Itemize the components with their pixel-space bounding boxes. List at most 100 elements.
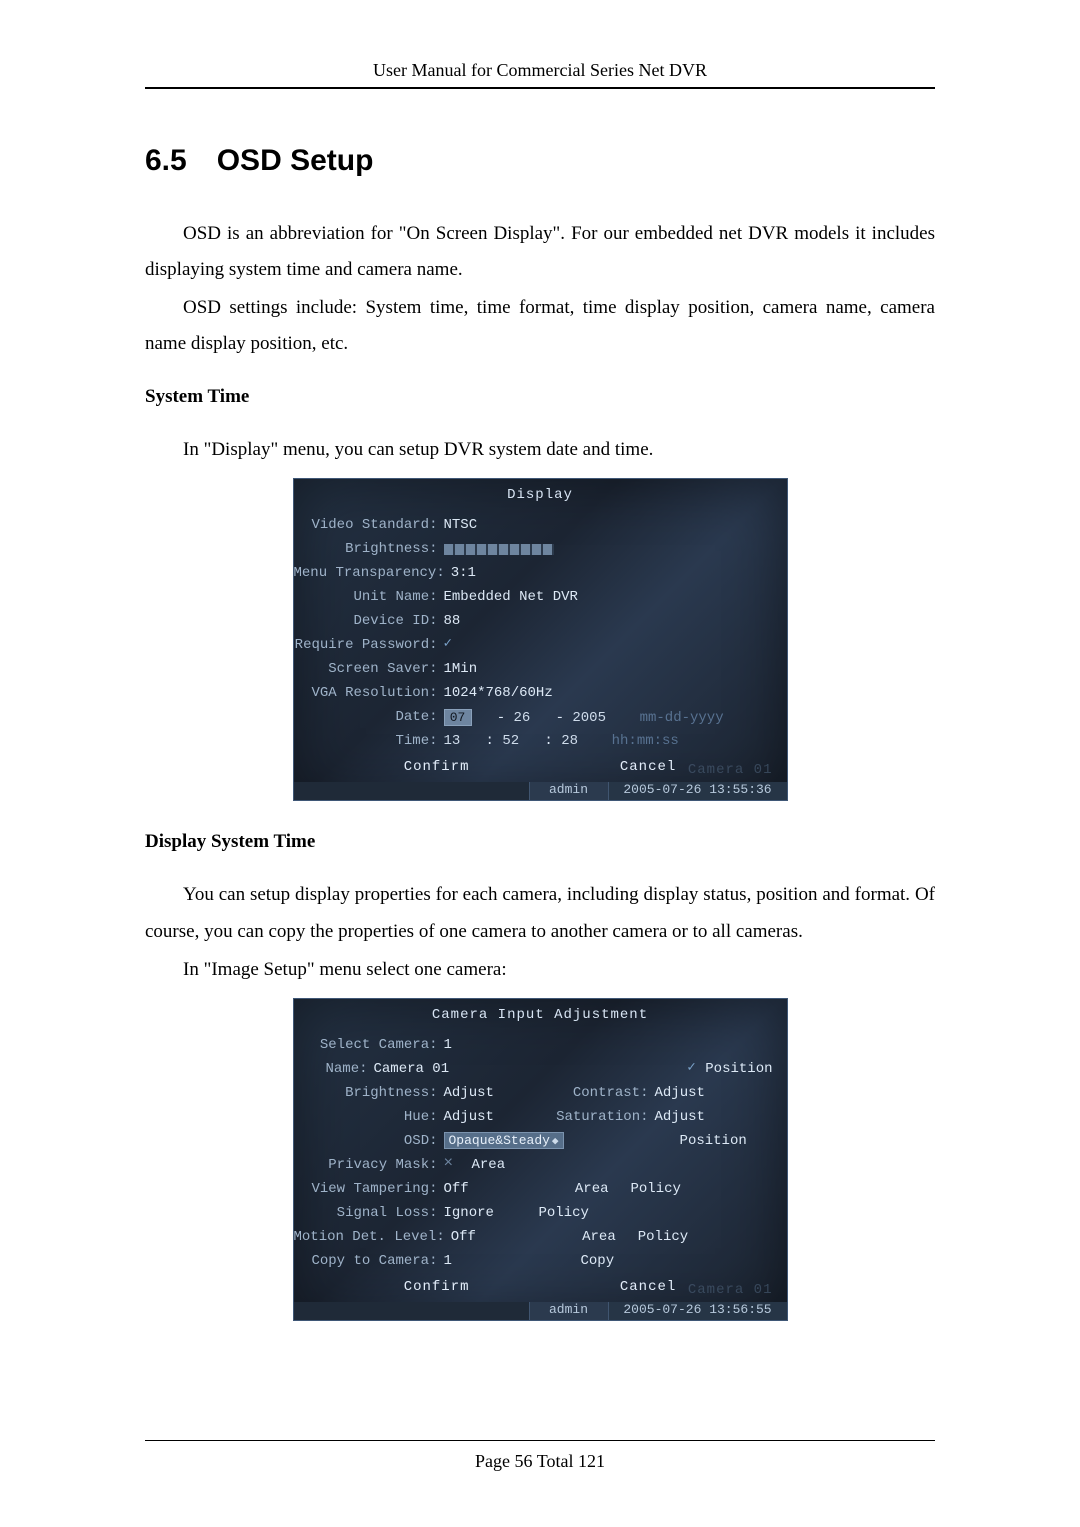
section-heading: 6.5 OSD Setup <box>145 144 935 178</box>
motion-value[interactable]: Off <box>451 1229 546 1245</box>
dvr-display-menu: Display Video Standard:NTSC Brightness: … <box>293 478 788 801</box>
value-video-standard[interactable]: NTSC <box>444 517 478 533</box>
value-unit-name[interactable]: Embedded Net DVR <box>444 589 578 605</box>
footer-page-num: 56 <box>515 1451 533 1471</box>
camera-name-input[interactable]: Camera 01 <box>374 1061 688 1077</box>
label-contrast: Contrast: <box>539 1085 655 1101</box>
statusbar-display: admin 2005-07-26 13:55:36 <box>294 782 787 800</box>
label-brightness: Brightness: <box>294 541 444 557</box>
status-user: admin <box>529 782 609 800</box>
running-header: User Manual for Commercial Series Net DV… <box>145 60 935 89</box>
time-min[interactable]: 52 <box>502 733 519 749</box>
date-month-input[interactable]: 07 <box>444 709 472 726</box>
time-sec[interactable]: 28 <box>561 733 578 749</box>
label-copy-to: Copy to Camera: <box>294 1253 444 1269</box>
body-paragraph-5: In "Image Setup" menu select one camera: <box>145 952 935 988</box>
osd-position-button[interactable]: Position <box>680 1133 747 1149</box>
label-time: Time: <box>294 733 444 749</box>
date-sep-2: - <box>556 710 564 726</box>
motion-policy-button[interactable]: Policy <box>638 1229 688 1245</box>
time-hour[interactable]: 13 <box>444 733 461 749</box>
require-password-checkbox[interactable] <box>444 638 458 652</box>
time-sep-2: : <box>544 733 552 749</box>
cancel-button[interactable]: Cancel <box>620 759 676 775</box>
body-paragraph-2: OSD settings include: System time, time … <box>145 290 935 362</box>
footer-total-num: 121 <box>578 1451 605 1471</box>
body-paragraph-1: OSD is an abbreviation for "On Screen Di… <box>145 216 935 288</box>
footer-page-label: Page <box>475 1451 510 1471</box>
contrast-adjust-button[interactable]: Adjust <box>655 1085 705 1101</box>
date-format: mm-dd-yyyy <box>640 710 724 726</box>
vt-area-button[interactable]: Area <box>539 1181 609 1197</box>
time-format: hh:mm:ss <box>612 733 679 749</box>
spinner-icon: ◆ <box>552 1136 559 1148</box>
label-brightness2: Brightness: <box>294 1085 444 1101</box>
label-osd: OSD: <box>294 1133 444 1149</box>
copy-to-value[interactable]: 1 <box>444 1253 539 1269</box>
brightness-adjust-button[interactable]: Adjust <box>444 1085 539 1101</box>
body-paragraph-3: In "Display" menu, you can setup DVR sys… <box>145 432 935 468</box>
date-year[interactable]: 2005 <box>572 710 606 726</box>
value-menu-transparency[interactable]: 3:1 <box>451 565 476 581</box>
motion-area-button[interactable]: Area <box>546 1229 616 1245</box>
label-saturation: Saturation: <box>539 1109 655 1125</box>
page-container: User Manual for Commercial Series Net DV… <box>0 0 1080 1527</box>
label-motion: Motion Det. Level: <box>294 1229 451 1245</box>
figure-camera-menu: Camera Input Adjustment Select Camera:1 … <box>145 998 935 1321</box>
section-number: 6.5 <box>145 144 187 177</box>
status-timestamp-2: 2005-07-26 13:56:55 <box>609 1302 787 1320</box>
brightness-slider[interactable] <box>444 544 554 555</box>
time-sep-1: : <box>486 733 494 749</box>
label-screen-saver: Screen Saver: <box>294 661 444 677</box>
sl-policy-button[interactable]: Policy <box>539 1205 589 1221</box>
label-menu-transparency: Menu Transparency: <box>294 565 451 581</box>
label-device-id: Device ID: <box>294 613 444 629</box>
name-position-button[interactable]: Position <box>705 1061 772 1077</box>
date-field[interactable]: 07 - 26 - 2005 mm-dd-yyyy <box>444 709 724 726</box>
confirm-button-2[interactable]: Confirm <box>404 1279 470 1295</box>
cancel-button-2[interactable]: Cancel <box>620 1279 676 1295</box>
value-device-id[interactable]: 88 <box>444 613 461 629</box>
copy-button[interactable]: Copy <box>581 1253 615 1269</box>
position-checkbox[interactable] <box>687 1062 701 1076</box>
label-date: Date: <box>294 709 444 725</box>
status-user-2: admin <box>529 1302 609 1320</box>
section-title: OSD Setup <box>217 144 374 177</box>
label-signal-loss: Signal Loss: <box>294 1205 444 1221</box>
camera-title: Camera Input Adjustment <box>294 999 787 1033</box>
page-footer: Page 56 Total 121 <box>145 1440 935 1472</box>
footer-total-label: Total <box>537 1451 574 1471</box>
label-video-standard: Video Standard: <box>294 517 444 533</box>
date-day[interactable]: 26 <box>514 710 531 726</box>
label-privacy-mask: Privacy Mask: <box>294 1157 444 1173</box>
view-tampering-value[interactable]: Off <box>444 1181 539 1197</box>
subheading-system-time: System Time <box>145 386 935 408</box>
hue-adjust-button[interactable]: Adjust <box>444 1109 539 1125</box>
label-hue: Hue: <box>294 1109 444 1125</box>
figure-display-menu: Display Video Standard:NTSC Brightness: … <box>145 478 935 801</box>
page-content: 6.5 OSD Setup OSD is an abbreviation for … <box>145 144 935 1321</box>
saturation-adjust-button[interactable]: Adjust <box>655 1109 705 1125</box>
dvr-camera-menu: Camera Input Adjustment Select Camera:1 … <box>293 998 788 1321</box>
label-view-tampering: View Tampering: <box>294 1181 444 1197</box>
value-vga-resolution[interactable]: 1024*768/60Hz <box>444 685 553 701</box>
date-sep-1: - <box>497 710 505 726</box>
osd-mode-select[interactable]: Opaque&Steady◆ <box>444 1132 564 1149</box>
privacy-area-button[interactable]: Area <box>472 1157 506 1173</box>
label-name: Name: <box>294 1061 374 1077</box>
signal-loss-value[interactable]: Ignore <box>444 1205 539 1221</box>
label-unit-name: Unit Name: <box>294 589 444 605</box>
statusbar-camera: admin 2005-07-26 13:56:55 <box>294 1302 787 1320</box>
label-require-password: Require Password: <box>294 637 444 653</box>
privacy-mask-checkbox[interactable] <box>444 1158 458 1172</box>
label-select-camera: Select Camera: <box>294 1037 444 1053</box>
value-screen-saver[interactable]: 1Min <box>444 661 478 677</box>
subheading-display-system-time: Display System Time <box>145 831 935 853</box>
select-camera-value[interactable]: 1 <box>444 1037 452 1053</box>
display-title: Display <box>294 479 787 513</box>
vt-policy-button[interactable]: Policy <box>631 1181 681 1197</box>
body-paragraph-4: You can setup display properties for eac… <box>145 877 935 949</box>
confirm-button[interactable]: Confirm <box>404 759 470 775</box>
label-vga-resolution: VGA Resolution: <box>294 685 444 701</box>
time-field[interactable]: 13 : 52 : 28 hh:mm:ss <box>444 733 679 749</box>
